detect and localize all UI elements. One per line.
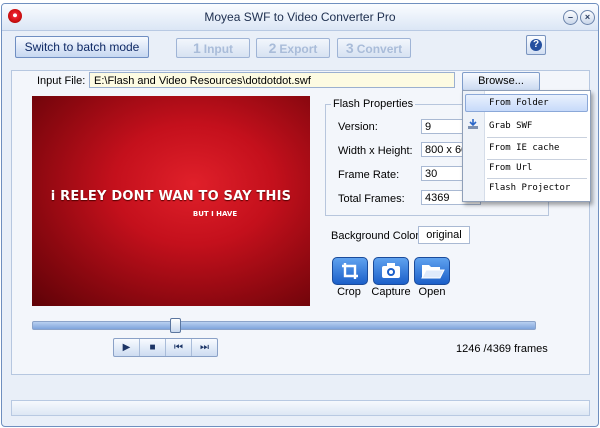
menu-separator bbox=[487, 178, 587, 179]
switch-to-batch-mode-button[interactable]: Switch to batch mode bbox=[15, 36, 149, 58]
step-number: 3 bbox=[345, 40, 354, 56]
tab-label: Input bbox=[203, 42, 234, 56]
fast-forward-button[interactable]: ⏭ bbox=[192, 339, 217, 356]
title-bar: Moyea SWF to Video Converter Pro – × bbox=[2, 4, 598, 31]
folder-open-icon bbox=[421, 265, 445, 279]
capture-label: Capture bbox=[371, 286, 411, 298]
fast-forward-icon: ⏭ bbox=[200, 342, 209, 353]
tab-label: Export bbox=[279, 42, 318, 56]
close-icon[interactable]: × bbox=[580, 10, 595, 25]
browse-button[interactable]: Browse... bbox=[462, 72, 540, 91]
preview-subtitle-text: BUT I HAVE bbox=[192, 210, 238, 218]
window-title: Moyea SWF to Video Converter Pro bbox=[204, 10, 396, 24]
tab-label: Convert bbox=[356, 42, 403, 56]
rewind-icon: ⏮ bbox=[174, 342, 183, 353]
tab-input[interactable]: 1 Input bbox=[176, 38, 250, 58]
playback-controls: ▶ ■ ⏮ ⏭ bbox=[113, 338, 218, 357]
step-number: 2 bbox=[268, 40, 277, 56]
camera-icon bbox=[382, 263, 400, 278]
play-button[interactable]: ▶ bbox=[114, 339, 140, 356]
menu-item-from-ie-cache[interactable]: From IE cache bbox=[489, 143, 559, 153]
total-frames-label: Total Frames: bbox=[338, 193, 405, 205]
help-icon: ? bbox=[530, 39, 542, 51]
tab-convert[interactable]: 3 Convert bbox=[337, 38, 411, 58]
menu-item-flash-projector[interactable]: Flash Projector bbox=[489, 183, 570, 193]
video-preview: i RELEY DONT WAN TO SAY THIS BUT I HAVE bbox=[32, 96, 310, 306]
frame-counter: 1246 /4369 frames bbox=[456, 343, 548, 355]
open-button[interactable] bbox=[414, 257, 450, 285]
frame-rate-label: Frame Rate: bbox=[338, 169, 400, 181]
help-button[interactable]: ? bbox=[526, 35, 546, 55]
minimize-icon[interactable]: – bbox=[563, 10, 578, 25]
menu-separator bbox=[487, 137, 587, 138]
dimensions-label: Width x Height: bbox=[338, 145, 413, 157]
stop-button[interactable]: ■ bbox=[140, 339, 166, 356]
browse-dropdown-menu: From Folder Grab SWF From IE cache From … bbox=[462, 90, 591, 202]
crop-button[interactable] bbox=[332, 257, 368, 285]
menu-separator bbox=[487, 159, 587, 160]
crop-icon bbox=[342, 263, 358, 279]
status-bar bbox=[11, 400, 590, 416]
menu-item-grab-swf[interactable]: Grab SWF bbox=[489, 121, 532, 131]
preview-title-text: i RELEY DONT WAN TO SAY THIS bbox=[50, 189, 292, 204]
version-label: Version: bbox=[338, 121, 378, 133]
input-file-field[interactable]: E:\Flash and Video Resources\dotdotdot.s… bbox=[89, 72, 455, 88]
flash-properties-legend: Flash Properties bbox=[331, 98, 416, 110]
seek-slider-thumb[interactable] bbox=[170, 318, 181, 333]
download-icon bbox=[468, 119, 478, 129]
seek-track[interactable] bbox=[32, 321, 536, 330]
input-file-label: Input File: bbox=[37, 75, 86, 87]
background-color-label: Background Color: bbox=[331, 230, 423, 242]
menu-item-from-url[interactable]: From Url bbox=[489, 163, 532, 173]
background-color-select[interactable]: original bbox=[418, 226, 470, 244]
crop-label: Crop bbox=[337, 286, 361, 298]
step-number: 1 bbox=[192, 40, 201, 56]
open-label: Open bbox=[418, 286, 446, 298]
menu-item-from-folder[interactable]: From Folder bbox=[489, 98, 549, 108]
capture-button[interactable] bbox=[373, 257, 409, 285]
tab-export[interactable]: 2 Export bbox=[256, 38, 330, 58]
rewind-button[interactable]: ⏮ bbox=[166, 339, 192, 356]
play-icon: ▶ bbox=[122, 342, 131, 353]
stop-icon: ■ bbox=[149, 342, 156, 353]
